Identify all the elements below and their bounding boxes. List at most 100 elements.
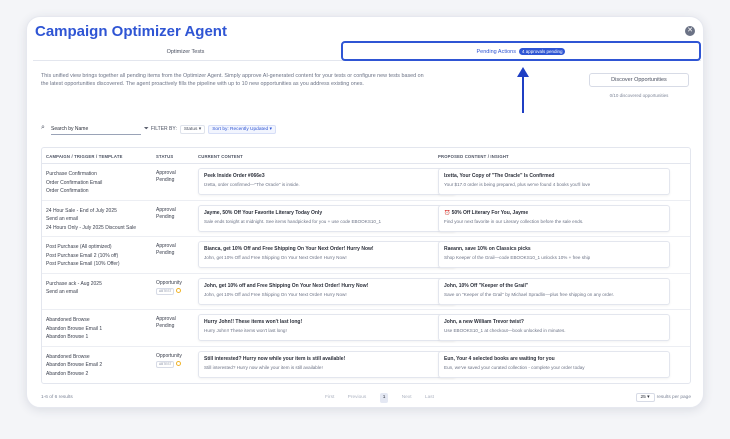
status-line: Opportunity (156, 352, 182, 359)
table-row[interactable]: Purchase ack - Aug 2025 Send an email Opp… (42, 274, 690, 310)
campaign-cell: 24 Hour Sale - End of July 2025 Send an e… (46, 207, 156, 233)
status-line: Approval (156, 170, 176, 176)
status-line: Pending (156, 177, 175, 183)
discovered-count: 0/10 discovered opportunities (609, 93, 669, 98)
current-content-body: John, get 10% Off and Free Shipping On Y… (204, 291, 347, 297)
proposed-content-body: Use EBOOKS10_1 at checkout—book unlocked… (444, 328, 566, 333)
proposed-content-title: Raeann, save 10% on Classics picks (444, 246, 531, 252)
current-content-title: Bianca, get 10% Off and Free Shipping On… (204, 246, 374, 252)
current-content-card[interactable]: Still interested? Hurry now while your i… (198, 350, 456, 378)
row-name-line: 24 Hours Only - July 2025 Discount Sale (46, 224, 137, 231)
campaign-cell: Post Purchase (All optimized) Post Purcha… (46, 243, 156, 269)
proposed-content-title: John, a new William Trevor twist? (444, 319, 524, 325)
page-previous[interactable]: Previous (348, 393, 367, 403)
table-row[interactable]: Abandoned Browse Abandon Browse Email 2 Ab… (42, 347, 690, 384)
sort-select[interactable]: Sort by: Recently Updated ▾ (208, 125, 276, 134)
row-name-line: Abandon Browse 2 (46, 370, 89, 377)
row-name-line: Send an email (46, 216, 78, 222)
status-cell: Approval Pending (156, 243, 196, 257)
page-first[interactable]: First (325, 393, 334, 403)
current-content-body: John, get 10% Off and Free Shipping On Y… (204, 255, 347, 260)
close-icon[interactable]: ✕ (685, 26, 695, 36)
row-name-line: Post Purchase (All optimized) (46, 244, 112, 250)
pagination: First Previous 1 Next Last (319, 393, 440, 403)
proposed-content-body: Shop Keeper of the Grail—code EBOOKS10_1… (444, 255, 591, 260)
page-current[interactable]: 1 (379, 393, 389, 403)
current-content-body: Hurry John!! These items won't last long… (204, 328, 287, 333)
current-content-card[interactable]: Hurry John!! These items won't last long… (198, 314, 456, 341)
proposed-content-card[interactable]: Eun, Your 4 selected books are waiting f… (438, 350, 670, 378)
status-cell: Opportunity ABTEST (156, 280, 196, 295)
intro-text: This unified view brings together all pe… (41, 73, 424, 87)
filter-bar: ⏷ FILTER BY: Status ▾ Sort by: Recently Upd… (144, 125, 276, 134)
proposed-content-card[interactable]: John, a new William Trevor twist? Use EB… (438, 314, 670, 341)
proposed-content-card[interactable]: John, 10% Off "Keeper of the Grail" Save… (438, 277, 670, 305)
proposed-content-card[interactable]: ⏰ 50% Off Literary For You, Jayme Find y… (438, 204, 670, 232)
current-content-title: Jayme, 50% Off Your Favorite Literary To… (204, 209, 323, 216)
current-content-title: Hurry John!! These items won't last long… (204, 319, 303, 325)
row-name-line: 24 Hour Sale - End of July 2025 (46, 207, 117, 214)
status-line: Pending (156, 213, 175, 220)
current-content-card[interactable]: Peek Inside Order #066e3 Izetta, order c… (198, 168, 456, 195)
current-content-body: Sale ends tonight at midnight. See items… (204, 218, 382, 224)
proposed-content-card[interactable]: Raeann, save 10% on Classics picks Shop … (438, 241, 670, 268)
warning-icon (176, 360, 182, 366)
current-content-card[interactable]: Jayme, 50% Off Your Favorite Literary To… (198, 204, 456, 232)
status-filter[interactable]: Status ▾ (179, 125, 206, 134)
results-count: 1-6 of 6 results (41, 395, 73, 400)
proposed-content-body: Save on "Keeper of the Grail" by Michael… (444, 291, 615, 297)
tab-pending-actions[interactable]: Pending Actions 4 approvals pending (341, 41, 701, 61)
status-line: Opportunity (156, 279, 182, 286)
table-row[interactable]: Purchase Confirmation Order Confirmation … (42, 164, 690, 201)
per-page-select[interactable]: 25 ▾ (635, 393, 655, 402)
current-content-title: Peek Inside Order #066e3 (204, 173, 265, 179)
search-input[interactable] (51, 123, 141, 135)
current-content-body: Izetta, order confirmed—"The Oracle" is … (204, 182, 300, 187)
row-name-line: Post Purchase Email (10% Offer) (46, 261, 120, 267)
pending-table: CAMPAIGN / TRIGGER / TEMPLATE STATUS CUR… (41, 147, 691, 384)
table-row[interactable]: 24 Hour Sale - End of July 2025 Send an e… (42, 201, 690, 237)
page-title: Campaign Optimizer Agent (35, 23, 227, 40)
table-row[interactable]: Abandoned Browse Abandon Browse Email 1 Ab… (42, 310, 690, 347)
status-cell: Approval Pending (156, 170, 196, 184)
row-name-line: Abandon Browse Email 1 (46, 325, 103, 332)
filter-icon: ⏷ (144, 126, 149, 132)
table-row[interactable]: Post Purchase (All optimized) Post Purcha… (42, 237, 690, 274)
filter-label: FILTER BY: (150, 126, 177, 132)
campaign-cell: Abandoned Browse Abandon Browse Email 2 Ab… (46, 353, 156, 379)
current-content-card[interactable]: John, get 10% off and Free Shipping On Y… (198, 277, 456, 305)
status-line: Pending (156, 250, 175, 256)
row-name-line: Send an email (46, 289, 78, 295)
proposed-content-title: John, 10% Off "Keeper of the Grail" (444, 282, 529, 289)
tab-optimizer-tests[interactable]: Optimizer Tests (33, 43, 338, 61)
row-name-line: Abandon Browse 1 (46, 334, 89, 340)
proposed-content-card[interactable]: Izetta, Your Copy of "The Oracle" Is Con… (438, 168, 670, 195)
status-cell: Approval Pending (156, 316, 196, 330)
page-next[interactable]: Next (402, 393, 412, 403)
page-last[interactable]: Last (425, 393, 434, 403)
status-line: Approval (156, 316, 176, 322)
status-cell: Opportunity ABTEST (156, 353, 196, 368)
current-content-card[interactable]: Bianca, get 10% Off and Free Shipping On… (198, 241, 456, 268)
tab-pending-actions-label: Pending Actions (476, 49, 516, 55)
status-line: Approval (156, 243, 176, 249)
proposed-content-body: Your $17.0 order is being prepared, plus… (444, 182, 591, 187)
per-page-label: results per page (656, 395, 691, 400)
campaign-cell: Purchase Confirmation Order Confirmation … (46, 170, 156, 196)
proposed-content-body: Find your next favorite in our Literary … (444, 218, 584, 224)
row-name-line: Abandoned Browse (46, 353, 90, 360)
warning-icon (176, 287, 182, 293)
col-status: STATUS (156, 154, 174, 159)
discover-opportunities-button[interactable]: Discover Opportunities (589, 73, 689, 87)
annotation-arrow-icon (517, 67, 529, 113)
abtest-tag: ABTEST (156, 287, 175, 295)
row-name-line: Post Purchase Email 2 (10% off) (46, 252, 119, 259)
status-cell: Approval Pending (156, 207, 196, 221)
search-icon: ⌕ (41, 124, 45, 131)
row-name-line: Purchase Confirmation (46, 171, 97, 177)
row-name-line: Abandoned Browse (46, 317, 90, 323)
agent-panel: Campaign Optimizer Agent ✕ Optimizer Tes… (26, 16, 704, 408)
proposed-content-title: Izetta, Your Copy of "The Oracle" Is Con… (444, 173, 555, 179)
proposed-content-body: Eun, we've saved your curated collection… (444, 364, 585, 370)
table-body: Purchase Confirmation Order Confirmation … (42, 164, 690, 383)
